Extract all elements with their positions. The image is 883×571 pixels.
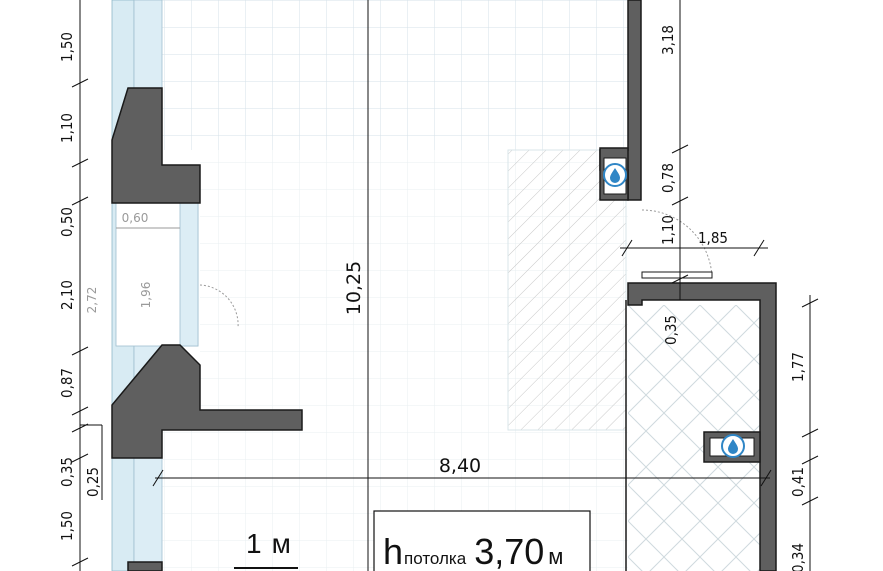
dim-label: 1,50 <box>58 32 76 62</box>
scale-unit: м <box>272 528 291 559</box>
dim-label: 1,77 <box>789 352 807 382</box>
floor-grid-top <box>162 0 628 150</box>
scale-value: 1 <box>246 528 262 559</box>
horizontal-dimension: 8,40 <box>439 455 481 477</box>
ceiling-value: 3,70 <box>474 531 544 571</box>
dim-label: 3,18 <box>659 25 677 55</box>
ceiling-height-box: hпотолка 3,70 м <box>373 510 591 571</box>
dim-label-gray: 1,96 <box>139 282 153 309</box>
water-drop-icon <box>603 163 627 187</box>
dim-label: 0,34 <box>789 543 807 571</box>
dim-label: 1,10 <box>659 215 677 245</box>
center-vertical-dimension: 10,25 <box>343 261 365 315</box>
water-drop-icon <box>721 434 745 458</box>
ceiling-prefix: h <box>383 531 403 571</box>
door-leaf-right <box>641 271 713 279</box>
dim-label: 1,85 <box>698 229 728 247</box>
window-bay-glass <box>179 202 199 347</box>
ceiling-unit: м <box>548 544 563 569</box>
dim-label-gray: 2,72 <box>85 287 99 314</box>
dim-label-gray: 0,60 <box>122 211 149 225</box>
floor-plan: 1,50 1,10 0,50 2,10 0,87 0,35 0,25 1,50 … <box>58 0 819 571</box>
dim-label: 0,25 <box>84 467 102 497</box>
ceiling-subscript: потолка <box>404 549 467 568</box>
wall-bottom-stub <box>127 561 163 571</box>
dim-label: 0,87 <box>58 368 76 398</box>
dim-label: 0,78 <box>659 163 677 193</box>
dim-label: 1,10 <box>58 113 76 143</box>
far-right-dimension-labels: 1,77 0,41 0,34 <box>789 352 807 571</box>
dim-label: 0,35 <box>58 457 76 487</box>
dim-label: 1,50 <box>58 511 76 541</box>
dim-label: 0,41 <box>789 467 807 497</box>
dim-label: 0,50 <box>58 207 76 237</box>
dim-label: 0,35 <box>662 315 680 345</box>
dim-label: 2,10 <box>58 280 76 310</box>
